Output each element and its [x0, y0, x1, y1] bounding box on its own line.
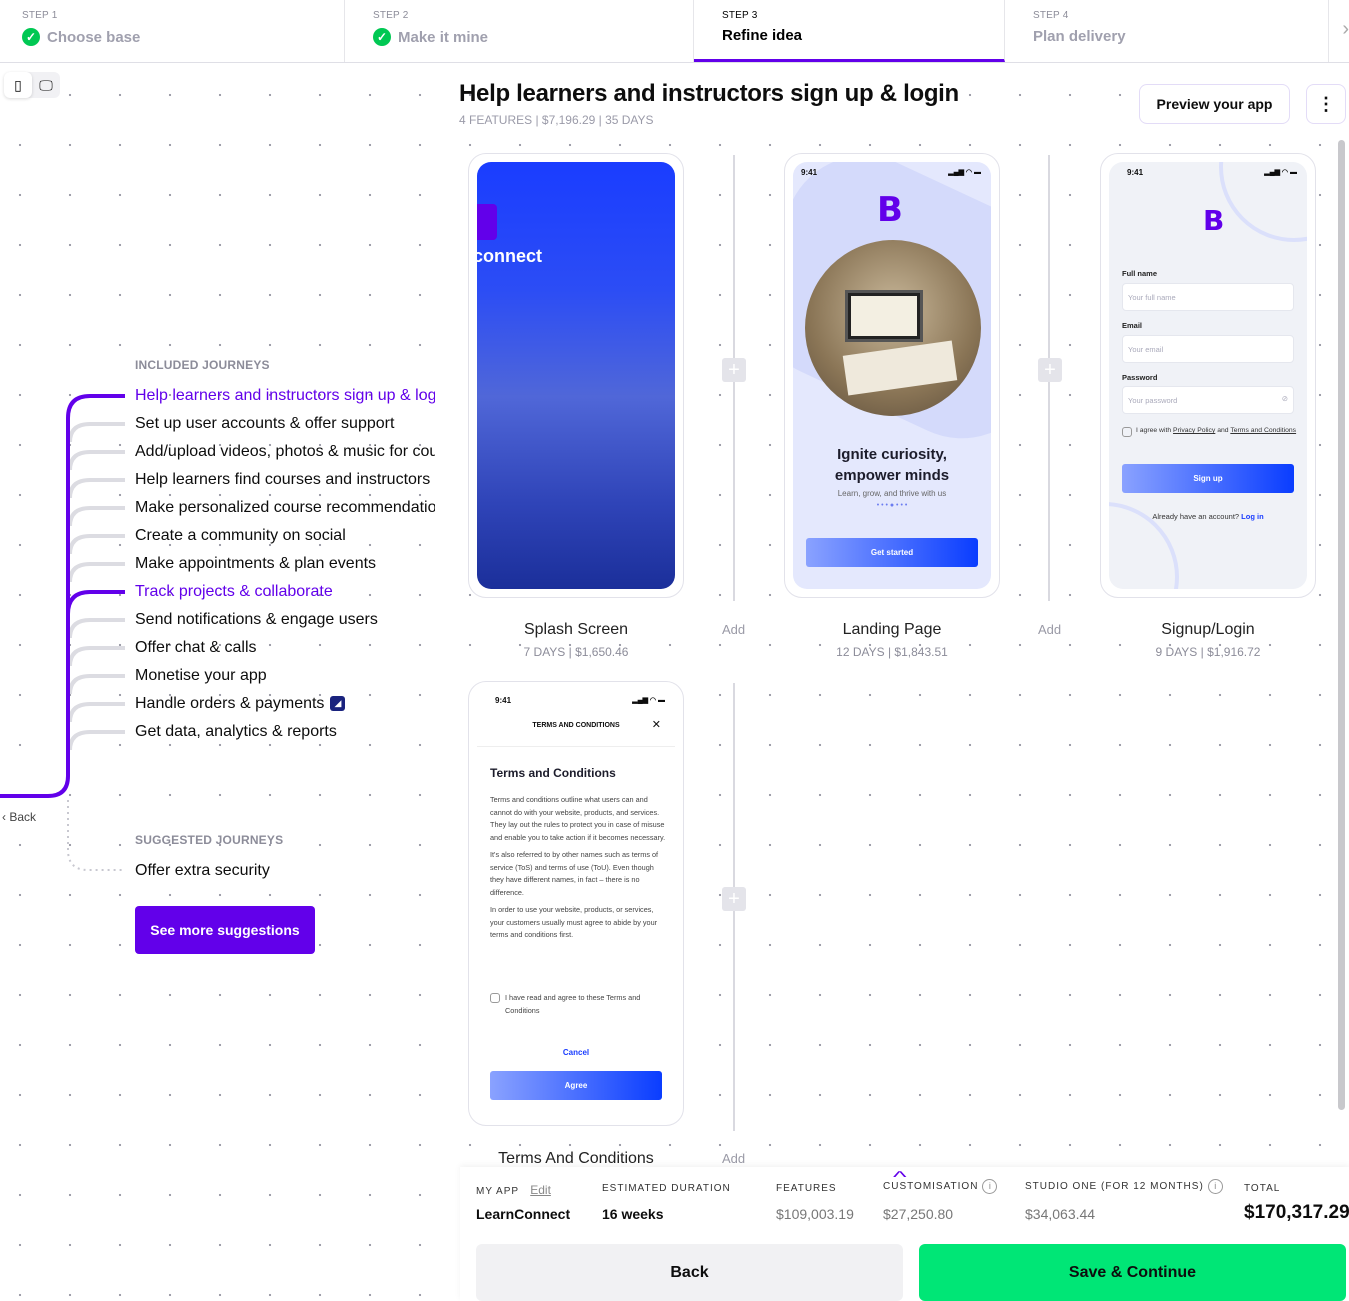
feature-card-splash-screen[interactable]: connect: [468, 153, 684, 598]
signup-preview: 9:41 ▂▄▆ ◠ ▬ B Full name Your full name …: [1109, 162, 1307, 589]
close-icon: ✕: [651, 719, 661, 731]
status-icons: ▂▄▆ ◠ ▬: [632, 697, 665, 704]
check-icon: ✓: [373, 28, 391, 46]
email-field: Your email: [1122, 335, 1294, 363]
journey-item[interactable]: Add/upload videos, photos & music for co…: [135, 443, 435, 461]
landing-preview: 9:41 ▂▄▆ ◠ ▬ B Ignite curiosity, empower …: [793, 162, 991, 589]
add-feature-button[interactable]: +: [722, 887, 746, 911]
back-link[interactable]: ‹ Back: [2, 810, 36, 824]
brand-logo: B: [1203, 204, 1225, 237]
journey-item[interactable]: Create a community on social: [135, 527, 435, 545]
preview-app-button[interactable]: Preview your app: [1139, 84, 1290, 124]
pager-dots: • • • ● • • •: [876, 502, 908, 509]
feature-card-signup-login[interactable]: 9:41 ▂▄▆ ◠ ▬ B Full name Your full name …: [1100, 153, 1316, 598]
journey-item[interactable]: Make appointments & plan events: [135, 555, 435, 573]
see-more-suggestions-button[interactable]: See more suggestions: [135, 906, 315, 954]
brand-logo: B: [877, 190, 903, 230]
scrollbar[interactable]: [1338, 140, 1345, 1110]
add-feature-button[interactable]: +: [1038, 358, 1062, 382]
journey-item[interactable]: Send notifications & engage users: [135, 611, 435, 629]
splash-preview: connect: [477, 162, 675, 589]
full-name-field: Your full name: [1122, 283, 1294, 311]
logo: [477, 204, 497, 240]
journey-item[interactable]: Help learners and instructors sign up & …: [135, 387, 435, 405]
suggested-journeys-heading: SUGGESTED JOURNEYS: [135, 833, 284, 847]
more-options-icon[interactable]: ⋮: [1306, 84, 1346, 124]
journey-item[interactable]: Set up user accounts & offer support: [135, 415, 435, 433]
summary-panel: ^ MY APP Edit LearnConnect ESTIMATED DUR…: [460, 1167, 1349, 1301]
step-choose-base[interactable]: STEP 1 ✓ Choose base: [0, 0, 345, 62]
status-icons: ▂▄▆ ◠ ▬: [948, 169, 981, 176]
journey-item[interactable]: Handle orders & payments ◢: [135, 695, 435, 713]
journey-item[interactable]: Offer chat & calls: [135, 639, 435, 657]
edit-link[interactable]: Edit: [530, 1183, 551, 1197]
badge-icon: ◢: [330, 696, 346, 712]
mobile-icon[interactable]: ▯: [4, 72, 32, 98]
chevron-right-icon[interactable]: ›: [1342, 18, 1349, 41]
journey-item[interactable]: Help learners find courses and instructo…: [135, 471, 435, 489]
included-journeys-heading: INCLUDED JOURNEYS: [135, 358, 270, 372]
password-field: Your password ⊘: [1122, 386, 1294, 414]
add-feature-button[interactable]: +: [722, 358, 746, 382]
check-icon: ✓: [22, 28, 40, 46]
device-toggle: ▯ 🖵: [4, 72, 60, 98]
desk-photo: [805, 240, 981, 416]
save-continue-button[interactable]: Save & Continue: [919, 1244, 1346, 1301]
stepper: STEP 1 ✓ Choose base STEP 2 ✓ Make it mine…: [0, 0, 1349, 63]
step-refine-idea[interactable]: STEP 3 Refine idea: [694, 0, 1005, 62]
step-plan-delivery[interactable]: STEP 4 Plan delivery: [1005, 0, 1329, 62]
journey-item[interactable]: Monetise your app: [135, 667, 435, 685]
agree-checkbox: [490, 993, 500, 1003]
journey-item[interactable]: Get data, analytics & reports: [135, 723, 435, 741]
eye-off-icon: ⊘: [1281, 394, 1288, 403]
page-title: Help learners and instructors sign up & …: [459, 80, 959, 107]
step-make-it-mine[interactable]: STEP 2 ✓ Make it mine: [345, 0, 694, 62]
desktop-icon[interactable]: 🖵: [32, 72, 60, 98]
journey-item[interactable]: Make personalized course recommendations: [135, 499, 435, 517]
info-icon[interactable]: i: [1207, 1179, 1223, 1194]
status-icons: ▂▄▆ ◠ ▬: [1264, 169, 1297, 176]
terms-preview: 9:41 ▂▄▆ ◠ ▬ TERMS AND CONDITIONS ✕ Term…: [477, 690, 675, 1117]
feature-card-landing-page[interactable]: 9:41 ▂▄▆ ◠ ▬ B Ignite curiosity, empower …: [784, 153, 1000, 598]
journey-tree: [0, 394, 125, 871]
page-subtitle: 4 FEATURES | $7,196.29 | 35 DAYS: [459, 113, 654, 127]
journey-item[interactable]: Track projects & collaborate: [135, 583, 435, 601]
agree-checkbox: [1122, 427, 1132, 437]
feature-card-terms-and-conditions[interactable]: 9:41 ▂▄▆ ◠ ▬ TERMS AND CONDITIONS ✕ Term…: [468, 681, 684, 1126]
suggested-journey-item[interactable]: Offer extra security: [135, 862, 435, 880]
back-button[interactable]: Back: [476, 1244, 903, 1301]
info-icon[interactable]: i: [982, 1179, 998, 1194]
